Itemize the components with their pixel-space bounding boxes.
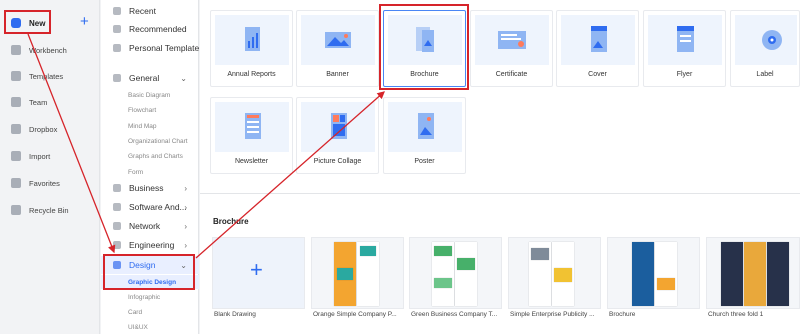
annotation-arrows	[27, 33, 385, 259]
app-window: New + Workbench Templates Team Dropbox I…	[0, 0, 800, 334]
arrow-new-to-design	[27, 33, 116, 254]
arrow-design-to-brochure	[195, 91, 385, 259]
